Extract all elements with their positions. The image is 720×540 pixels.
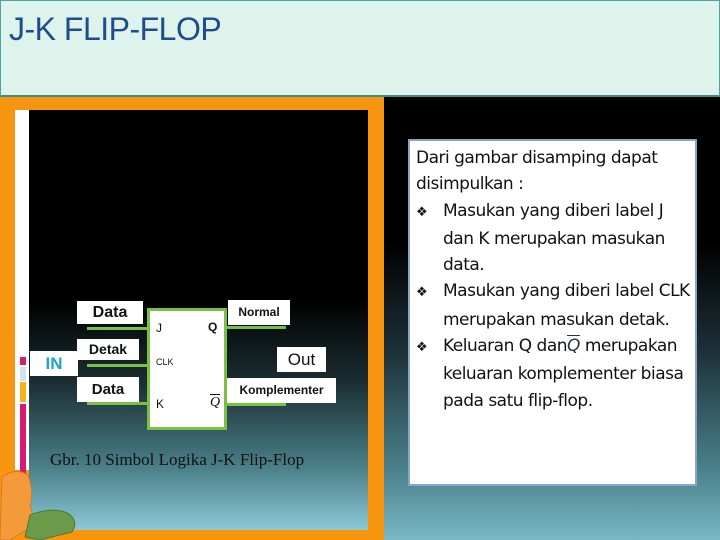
pin-clk: CLK (156, 357, 174, 367)
data-label-bottom: Data (77, 377, 139, 402)
color-strip (20, 367, 26, 381)
komplementer-label: Komplementer (227, 378, 336, 403)
detak-label: Detak (77, 339, 139, 360)
pin-q: Q (208, 320, 218, 334)
cartoon-decoration-icon (0, 471, 76, 540)
color-strip (20, 357, 26, 365)
note-item: ❖ Keluaran Q danQ merupakan keluaran komp… (416, 336, 684, 411)
clk-wire (87, 364, 147, 367)
slide-header: J-K FLIP-FLOP (0, 0, 720, 97)
qbar-wire (226, 403, 286, 406)
note-intro: Dari gambar disamping dapat disimpulkan … (416, 148, 658, 195)
jk-flip-flop-symbol: J Q CLK K Q (147, 308, 227, 430)
note-item: ❖ Masukan yang diberi label CLK merupakan… (416, 281, 690, 330)
slide-title: J-K FLIP-FLOP (9, 11, 222, 47)
pin-k: K (156, 397, 165, 411)
diamond-bullet-icon: ❖ (416, 285, 428, 301)
k-wire (87, 402, 147, 405)
note-item: ❖ Masukan yang diberi label J dan K merup… (416, 200, 665, 276)
normal-label: Normal (228, 300, 290, 325)
pin-j: J (156, 321, 162, 335)
j-wire (87, 327, 147, 330)
diamond-bullet-icon: ❖ (416, 204, 428, 220)
color-strip (20, 382, 26, 402)
conclusion-textbox: Dari gambar disamping dapat disimpulkan … (408, 139, 697, 486)
q-wire (226, 326, 286, 329)
diamond-bullet-icon: ❖ (416, 340, 428, 356)
input-label: IN (30, 351, 78, 376)
color-strip (20, 404, 26, 474)
out-label: Out (277, 347, 326, 372)
figure-caption: Gbr. 10 Simbol Logika J-K Flip-Flop (50, 450, 305, 469)
pin-q-bar: Q (210, 395, 221, 410)
q-bar-symbol: Q (567, 336, 580, 357)
data-label-top: Data (77, 301, 143, 324)
